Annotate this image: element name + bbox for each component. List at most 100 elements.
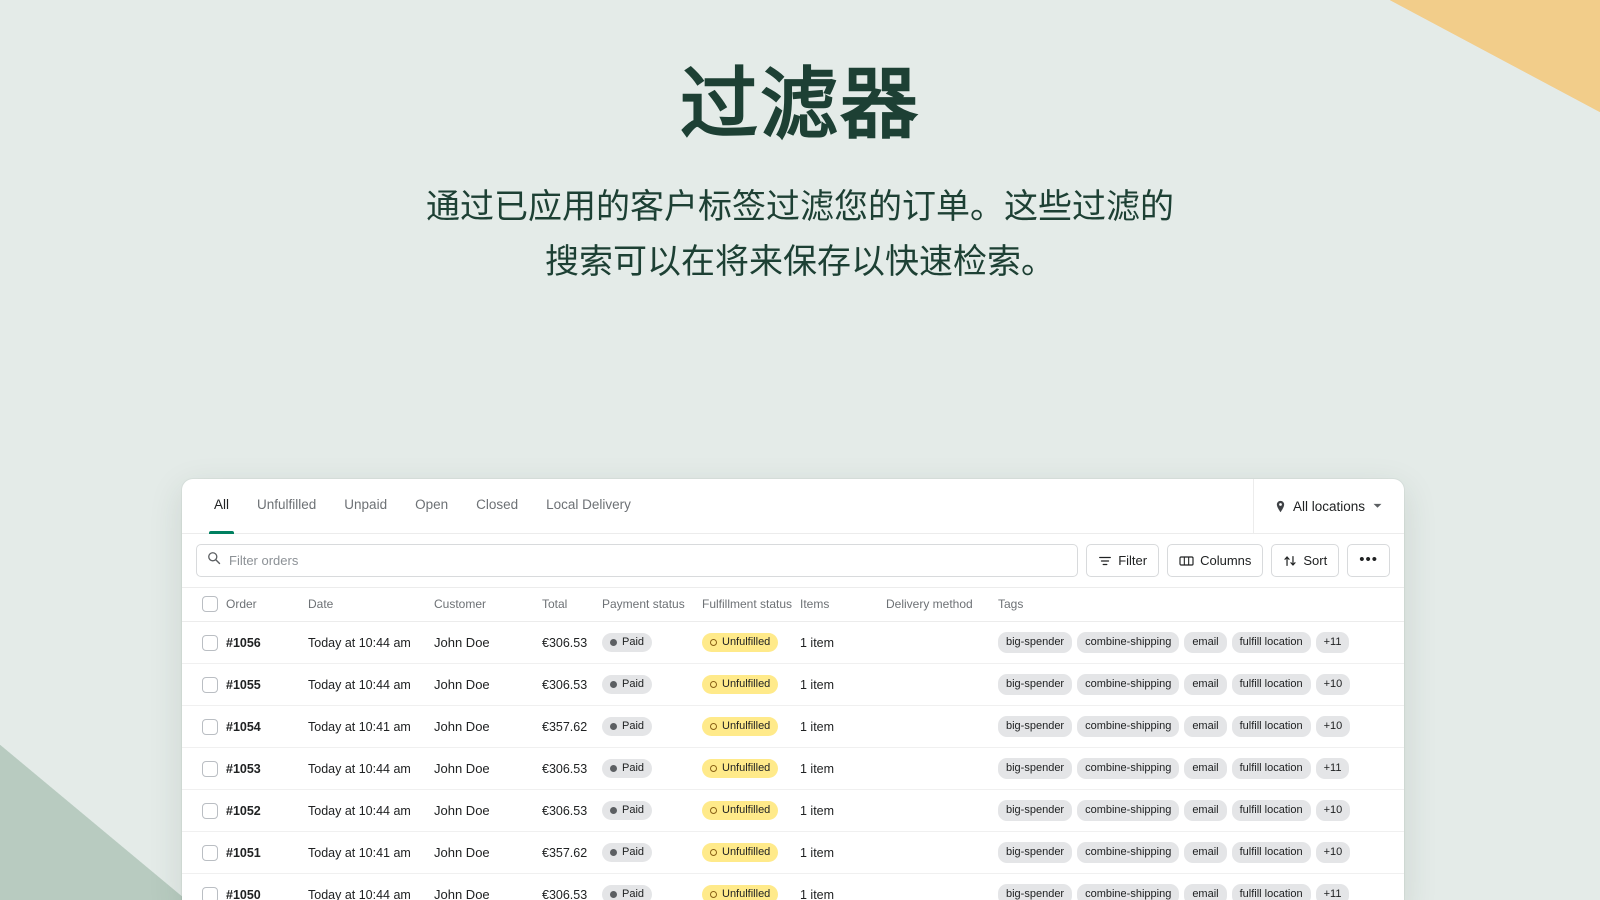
table-row[interactable]: #1052 Today at 10:44 am John Doe €306.53… [182,789,1404,832]
table-row[interactable]: #1055 Today at 10:44 am John Doe €306.53… [182,663,1404,706]
location-pin-icon [1274,500,1287,513]
cell-customer[interactable]: John Doe [434,663,542,706]
status-badge-paid: Paid [602,717,653,736]
cell-customer[interactable]: John Doe [434,747,542,790]
row-checkbox[interactable] [202,718,218,735]
cell-customer[interactable]: John Doe [434,789,542,832]
tag-chip[interactable]: email [1184,632,1227,653]
tag-chip[interactable]: combine-shipping [1077,674,1180,695]
cell-order[interactable]: #1055 [226,663,308,706]
columns-button[interactable]: Columns [1167,544,1264,577]
column-header-customer[interactable]: Customer [434,588,542,622]
row-checkbox[interactable] [202,634,218,651]
row-checkbox[interactable] [202,886,218,900]
columns-button-label: Columns [1200,553,1252,568]
tags-overflow-count[interactable]: +11 [1315,632,1350,653]
status-ring-icon [710,765,717,772]
tab-local-delivery[interactable]: Local Delivery [532,479,645,534]
cell-customer[interactable]: John Doe [434,621,542,664]
tag-chip[interactable]: big-spender [998,800,1073,821]
tags-overflow-count[interactable]: +11 [1315,758,1350,779]
tag-chip[interactable]: email [1184,674,1227,695]
tags-overflow-count[interactable]: +11 [1315,884,1350,900]
cell-total: €357.62 [542,705,602,748]
cell-order[interactable]: #1052 [226,789,308,832]
column-header-payment-status[interactable]: Payment status [602,588,702,622]
tag-chip[interactable]: combine-shipping [1077,884,1180,900]
tag-chip[interactable]: big-spender [998,674,1073,695]
column-header-delivery-method[interactable]: Delivery method [886,588,998,622]
tag-chip[interactable]: combine-shipping [1077,842,1180,863]
tag-chip[interactable]: combine-shipping [1077,758,1180,779]
status-ring-icon [710,849,717,856]
column-header-date[interactable]: Date [308,588,434,622]
cell-order[interactable]: #1056 [226,621,308,664]
tags-overflow-count[interactable]: +10 [1315,842,1351,863]
cell-order[interactable]: #1054 [226,705,308,748]
more-options-button[interactable]: ••• [1347,544,1390,577]
tag-chip[interactable]: combine-shipping [1077,716,1180,737]
cell-customer[interactable]: John Doe [434,831,542,874]
row-checkbox[interactable] [202,760,218,777]
tag-chip[interactable]: fulfill location [1231,716,1311,737]
filter-button[interactable]: Filter [1086,544,1160,577]
customer-name: John Doe [434,635,490,650]
tag-chip[interactable]: fulfill location [1231,884,1311,900]
tag-chip[interactable]: fulfill location [1231,674,1311,695]
tab-unfulfilled[interactable]: Unfulfilled [243,479,330,534]
tag-chip[interactable]: big-spender [998,758,1073,779]
tab-closed[interactable]: Closed [462,479,532,534]
tags-list: big-spender combine-shipping email fulfill … [998,884,1404,900]
cell-customer[interactable]: John Doe [434,873,542,900]
tag-chip[interactable]: big-spender [998,884,1073,900]
location-selector[interactable]: All locations [1252,479,1404,533]
cell-customer[interactable]: John Doe [434,705,542,748]
tags-overflow-count[interactable]: +10 [1315,716,1351,737]
table-row[interactable]: #1050 Today at 10:44 am John Doe €306.53… [182,873,1404,900]
table-row[interactable]: #1054 Today at 10:41 am John Doe €357.62… [182,705,1404,748]
tag-chip[interactable]: email [1184,800,1227,821]
column-header-items[interactable]: Items [800,588,886,622]
tab-open[interactable]: Open [401,479,462,534]
column-header-order[interactable]: Order [226,588,308,622]
tab-all[interactable]: All [200,479,243,534]
tag-chip[interactable]: big-spender [998,716,1073,737]
table-row[interactable]: #1056 Today at 10:44 am John Doe €306.53… [182,621,1404,664]
tag-chip[interactable]: fulfill location [1231,800,1311,821]
cell-order[interactable]: #1053 [226,747,308,790]
tag-chip[interactable]: combine-shipping [1077,800,1180,821]
filter-icon [1098,554,1112,568]
cell-order[interactable]: #1051 [226,831,308,874]
tag-chip[interactable]: email [1184,716,1227,737]
tag-chip[interactable]: fulfill location [1231,758,1311,779]
row-checkbox[interactable] [202,676,218,693]
select-all-checkbox[interactable] [202,596,218,612]
tag-chip[interactable]: fulfill location [1231,842,1311,863]
search-input[interactable] [229,553,1068,568]
row-checkbox[interactable] [202,802,218,819]
status-badge-unfulfilled: Unfulfilled [702,633,779,652]
tag-chip[interactable]: big-spender [998,842,1073,863]
tag-chip[interactable]: email [1184,884,1227,900]
tags-overflow-count[interactable]: +10 [1315,674,1351,695]
cell-total: €306.53 [542,873,602,900]
tag-chip[interactable]: big-spender [998,632,1073,653]
table-row[interactable]: #1053 Today at 10:44 am John Doe €306.53… [182,747,1404,790]
search-box[interactable] [196,544,1079,577]
table-row[interactable]: #1051 Today at 10:41 am John Doe €357.62… [182,831,1404,874]
sort-button[interactable]: Sort [1271,544,1340,577]
tag-chip[interactable]: email [1184,758,1227,779]
row-checkbox[interactable] [202,844,218,861]
column-header-total[interactable]: Total [542,588,602,622]
customer-name: John Doe [434,845,490,860]
tag-chip[interactable]: combine-shipping [1077,632,1180,653]
tags-overflow-count[interactable]: +10 [1315,800,1351,821]
cell-order[interactable]: #1050 [226,873,308,900]
tag-chip[interactable]: email [1184,842,1227,863]
column-header-fulfillment-status[interactable]: Fulfillment status [702,588,800,622]
cell-fulfillment-status: Unfulfilled [702,621,800,664]
tag-chip[interactable]: fulfill location [1231,632,1311,653]
column-header-tags[interactable]: Tags [998,588,1404,622]
tab-unpaid[interactable]: Unpaid [330,479,401,534]
sort-icon [1283,554,1297,568]
